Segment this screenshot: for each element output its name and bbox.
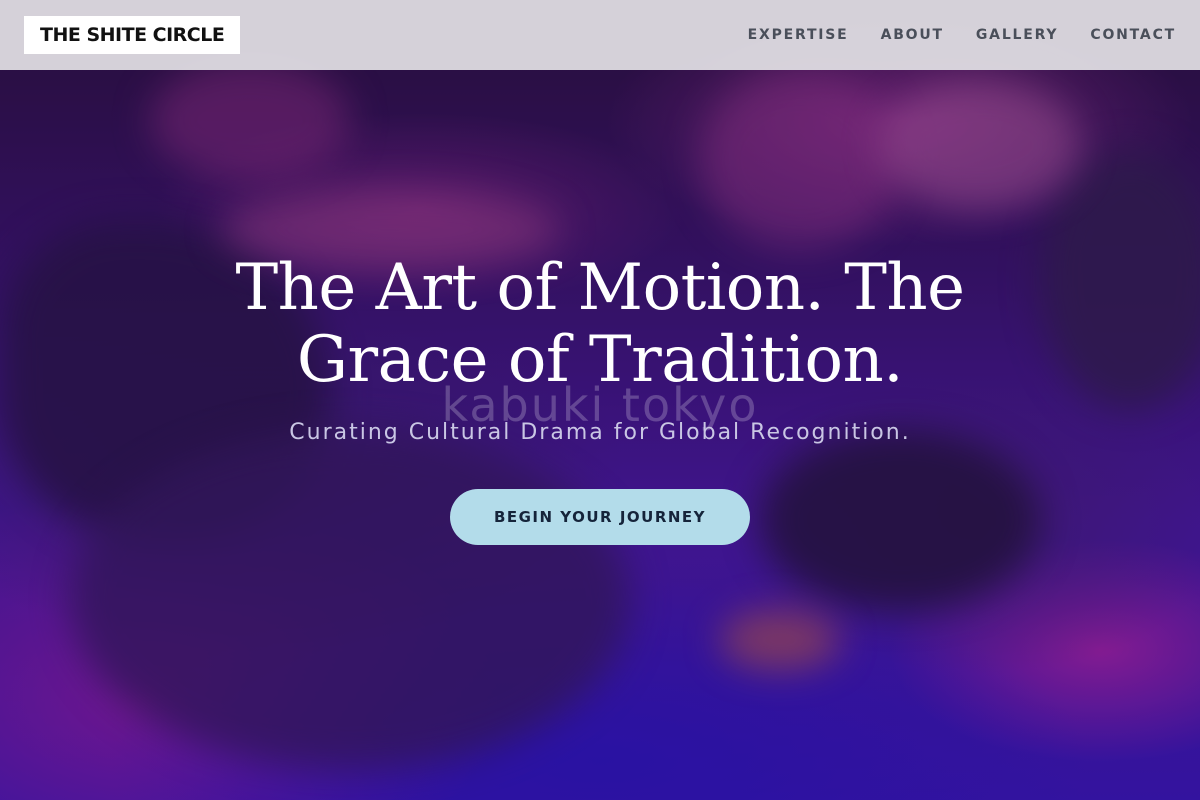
main-nav: EXPERTISE ABOUT GALLERY CONTACT — [716, 27, 1176, 43]
hero-section: The Art of Motion. The Grace of Traditio… — [0, 0, 1200, 800]
nav-link-about[interactable]: ABOUT — [881, 27, 944, 43]
nav-link-contact[interactable]: CONTACT — [1090, 27, 1176, 43]
page: THE SHITE CIRCLE EXPERTISE ABOUT GALLERY… — [0, 0, 1200, 800]
hero-title: The Art of Motion. The Grace of Traditio… — [235, 251, 965, 397]
site-logo[interactable]: THE SHITE CIRCLE — [24, 16, 241, 54]
nav-link-expertise[interactable]: EXPERTISE — [748, 27, 849, 43]
top-navbar: THE SHITE CIRCLE EXPERTISE ABOUT GALLERY… — [0, 0, 1200, 70]
begin-journey-button[interactable]: BEGIN YOUR JOURNEY — [450, 489, 750, 545]
hero-subtitle: Curating Cultural Drama for Global Recog… — [289, 420, 911, 445]
nav-link-gallery[interactable]: GALLERY — [976, 27, 1058, 43]
